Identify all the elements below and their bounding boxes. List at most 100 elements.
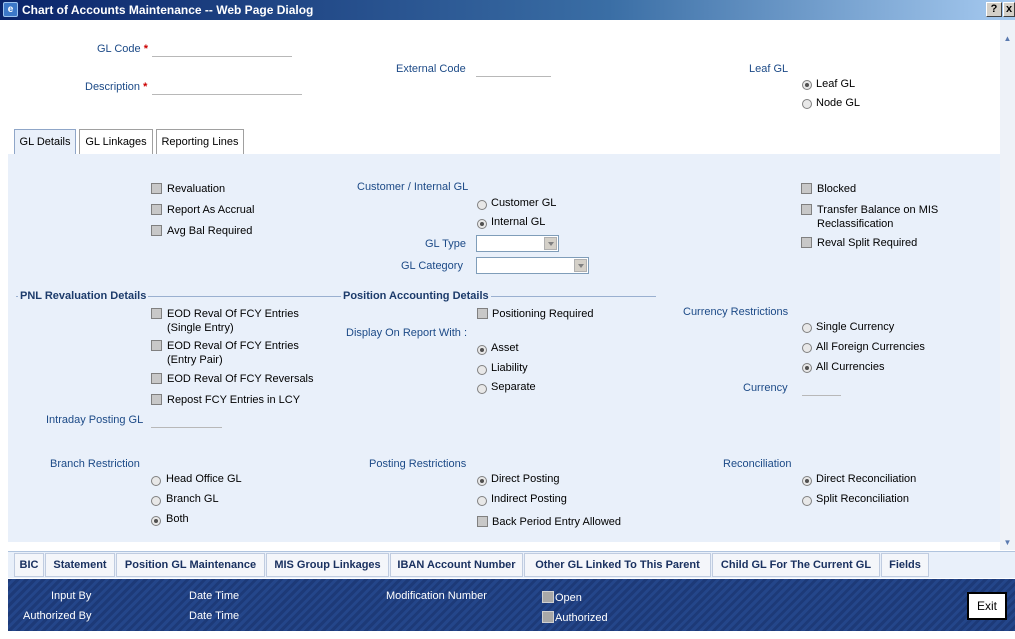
- open-label: Open: [555, 592, 582, 604]
- leaf-gl-radio[interactable]: [802, 80, 812, 90]
- asset-radio[interactable]: [477, 345, 487, 355]
- all-foreign-currencies-radio[interactable]: [802, 343, 812, 353]
- internal-gl-radio[interactable]: [477, 219, 487, 229]
- branch-restriction-label: Branch Restriction: [50, 458, 140, 470]
- currency-input[interactable]: [802, 395, 841, 396]
- liability-label: Liability: [491, 362, 528, 374]
- eod-reval-single-checkbox[interactable]: [151, 308, 162, 319]
- external-code-input[interactable]: [476, 76, 551, 77]
- separate-label: Separate: [491, 381, 536, 393]
- direct-posting-label: Direct Posting: [491, 473, 560, 485]
- modification-number-label: Modification Number: [386, 590, 487, 602]
- bic-button[interactable]: BIC: [14, 553, 44, 577]
- repost-fcy-checkbox[interactable]: [151, 394, 162, 405]
- authorized-label: Authorized: [555, 612, 608, 624]
- direct-reconciliation-radio[interactable]: [802, 476, 812, 486]
- gl-code-input[interactable]: [152, 56, 292, 57]
- revaluation-label: Revaluation: [167, 183, 226, 195]
- head-office-gl-label: Head Office GL: [166, 473, 242, 485]
- head-office-gl-radio[interactable]: [151, 476, 161, 486]
- intraday-posting-gl-input[interactable]: [151, 427, 222, 428]
- description-input[interactable]: [152, 94, 302, 95]
- report-as-accrual-label: Report As Accrual: [167, 204, 255, 216]
- eod-reval-pair-label: EOD Reval Of FCY Entries: [167, 340, 299, 352]
- posting-restrictions-label: Posting Restrictions: [369, 458, 467, 470]
- repost-fcy-label: Repost FCY Entries in LCY: [167, 394, 301, 406]
- indirect-posting-label: Indirect Posting: [491, 493, 567, 505]
- single-currency-label: Single Currency: [816, 321, 895, 333]
- all-foreign-currencies-label: All Foreign Currencies: [816, 341, 925, 353]
- eod-reval-single-label-2: (Single Entry): [167, 322, 234, 334]
- tab-gl-linkages[interactable]: GL Linkages: [79, 129, 153, 154]
- help-button[interactable]: ?: [986, 2, 1002, 17]
- leaf-gl-label: Leaf GL: [749, 63, 789, 75]
- liability-radio[interactable]: [477, 365, 487, 375]
- single-currency-radio[interactable]: [802, 323, 812, 333]
- all-currencies-label: All Currencies: [816, 361, 885, 373]
- open-checkbox[interactable]: [542, 591, 554, 603]
- pnl-revaluation-section: PNL Revaluation Details: [18, 290, 149, 302]
- gl-type-select[interactable]: [476, 235, 559, 252]
- authorized-checkbox[interactable]: [542, 611, 554, 623]
- other-gl-linked-button[interactable]: Other GL Linked To This Parent: [524, 553, 711, 577]
- auth-date-time-label: Date Time: [189, 610, 240, 622]
- direct-posting-radio[interactable]: [477, 476, 487, 486]
- customer-gl-label: Customer GL: [491, 197, 557, 209]
- iban-account-number-button[interactable]: IBAN Account Number: [390, 553, 523, 577]
- customer-gl-radio[interactable]: [477, 200, 487, 210]
- gl-category-select[interactable]: [476, 257, 589, 274]
- reval-split-label: Reval Split Required: [817, 237, 918, 249]
- indirect-posting-radio[interactable]: [477, 496, 487, 506]
- back-period-label: Back Period Entry Allowed: [492, 516, 622, 528]
- separate-radio[interactable]: [477, 384, 487, 394]
- description-label: Description *: [85, 81, 148, 93]
- statement-button[interactable]: Statement: [45, 553, 115, 577]
- currency-label: Currency: [743, 382, 788, 394]
- external-code-label: External Code: [396, 63, 466, 75]
- tab-gl-details[interactable]: GL Details: [14, 129, 76, 155]
- mis-group-linkages-button[interactable]: MIS Group Linkages: [266, 553, 389, 577]
- child-gl-button[interactable]: Child GL For The Current GL: [712, 553, 880, 577]
- display-on-report-label: Display On Report With :: [346, 327, 468, 339]
- chevron-down-icon: [574, 259, 587, 272]
- all-currencies-radio[interactable]: [802, 363, 812, 373]
- split-reconciliation-label: Split Reconciliation: [816, 493, 909, 505]
- avg-bal-required-label: Avg Bal Required: [167, 225, 253, 237]
- intraday-posting-gl-label: Intraday Posting GL: [46, 414, 144, 426]
- blocked-label: Blocked: [817, 183, 857, 195]
- window-title: Chart of Accounts Maintenance -- Web Pag…: [22, 3, 314, 17]
- blocked-checkbox[interactable]: [801, 183, 812, 194]
- transfer-balance-checkbox[interactable]: [801, 204, 812, 215]
- direct-reconciliation-label: Direct Reconciliation: [816, 473, 917, 485]
- position-gl-maintenance-button[interactable]: Position GL Maintenance: [116, 553, 265, 577]
- scroll-up-icon[interactable]: ▲: [1002, 34, 1013, 43]
- report-as-accrual-checkbox[interactable]: [151, 204, 162, 215]
- positioning-required-checkbox[interactable]: [477, 308, 488, 319]
- close-button[interactable]: x: [1003, 2, 1015, 17]
- gl-code-label: GL Code *: [97, 43, 148, 55]
- branch-gl-radio[interactable]: [151, 496, 161, 506]
- eod-reval-pair-checkbox[interactable]: [151, 340, 162, 351]
- fields-button[interactable]: Fields: [881, 553, 929, 577]
- eod-reval-pair-label-2: (Entry Pair): [167, 354, 223, 366]
- currency-restrictions-label: Currency Restrictions: [683, 306, 789, 318]
- audit-footer: [8, 579, 1015, 631]
- revaluation-checkbox[interactable]: [151, 183, 162, 194]
- both-radio[interactable]: [151, 516, 161, 526]
- tab-reporting-lines[interactable]: Reporting Lines: [156, 129, 244, 154]
- eod-reval-reversals-checkbox[interactable]: [151, 373, 162, 384]
- both-label: Both: [166, 513, 189, 525]
- split-reconciliation-radio[interactable]: [802, 496, 812, 506]
- avg-bal-required-checkbox[interactable]: [151, 225, 162, 236]
- reval-split-checkbox[interactable]: [801, 237, 812, 248]
- node-gl-radio[interactable]: [802, 99, 812, 109]
- scroll-down-icon[interactable]: ▼: [1002, 538, 1013, 547]
- customer-internal-label: Customer / Internal GL: [357, 181, 469, 193]
- position-accounting-section: Position Accounting Details: [341, 290, 491, 302]
- eod-reval-reversals-label: EOD Reval Of FCY Reversals: [167, 373, 314, 385]
- back-period-checkbox[interactable]: [477, 516, 488, 527]
- eod-reval-single-label: EOD Reval Of FCY Entries: [167, 308, 299, 320]
- reconciliation-label: Reconciliation: [723, 458, 792, 470]
- exit-button[interactable]: Exit: [967, 592, 1007, 620]
- vertical-scrollbar[interactable]: [1000, 20, 1015, 550]
